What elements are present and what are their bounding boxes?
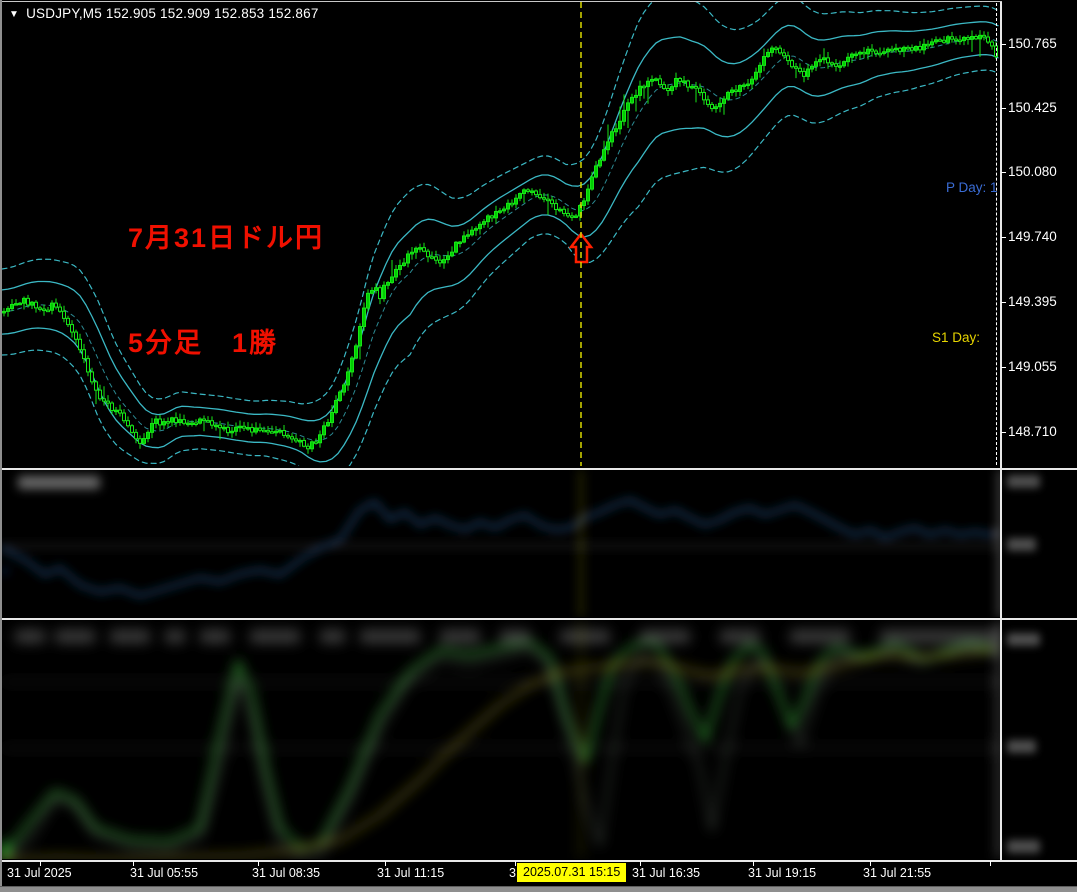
s1-day-label: S1 Day: bbox=[932, 330, 980, 345]
price-axis-label: 149.740 bbox=[1008, 229, 1057, 244]
time-axis-label: 31 Jul 05:55 bbox=[130, 866, 198, 880]
chart-title-bar: ▼ USDJPY,M5 152.905 152.909 152.853 152.8… bbox=[9, 6, 319, 21]
price-axis-tick bbox=[1001, 432, 1006, 433]
time-axis-label: 31 Jul 2025 bbox=[7, 866, 72, 880]
time-axis-tick bbox=[640, 861, 641, 866]
window-frame-bottom bbox=[0, 886, 1077, 892]
price-axis-label: 150.765 bbox=[1008, 36, 1057, 51]
price-axis-label: 149.055 bbox=[1008, 359, 1057, 374]
price-axis-tick bbox=[1001, 172, 1006, 173]
time-axis-label: 31 Jul 21:55 bbox=[863, 866, 931, 880]
pivot-day-label: P Day: 1 bbox=[946, 180, 1000, 195]
price-axis-label: 150.425 bbox=[1008, 100, 1057, 115]
price-axis-label: 150.080 bbox=[1008, 164, 1057, 179]
time-axis-separator bbox=[0, 860, 1077, 862]
price-axis-tick bbox=[1001, 108, 1006, 109]
price-axis-label: 149.395 bbox=[1008, 294, 1057, 309]
symbol-ohlc-text: USDJPY,M5 152.905 152.909 152.853 152.86… bbox=[26, 6, 318, 21]
blurred-axis-labels bbox=[1007, 475, 1040, 853]
price-axis-tick bbox=[1001, 367, 1006, 368]
price-axis-label: 148.710 bbox=[1008, 424, 1057, 439]
time-axis-tick bbox=[258, 861, 259, 866]
time-axis-tick bbox=[870, 861, 871, 866]
indicator-panel-2-blurred[interactable] bbox=[0, 620, 1000, 862]
time-axis-tick bbox=[385, 861, 386, 866]
subwindow-separator-2[interactable] bbox=[0, 618, 1077, 620]
subwindow-separator-1[interactable] bbox=[0, 468, 1077, 470]
price-axis-tick bbox=[1001, 237, 1006, 238]
time-axis-tick bbox=[40, 861, 41, 866]
time-axis-label: 31 Jul 08:35 bbox=[252, 866, 320, 880]
mt4-chart-window: ▼ USDJPY,M5 152.905 152.909 152.853 152.8… bbox=[0, 0, 1077, 892]
trade-note-text-object[interactable]: 7月31日ドル円 5分足 1勝 bbox=[128, 151, 324, 431]
price-scale-separator bbox=[1000, 2, 1002, 860]
window-frame-left bbox=[0, 0, 2, 892]
time-axis-label-clipped: 31 Jul 13:55 bbox=[509, 866, 517, 880]
indicator-panel-1-blurred[interactable] bbox=[2, 470, 1000, 617]
time-axis-label: 31 Jul 16:35 bbox=[632, 866, 700, 880]
highlighted-timestamp: 2025.07.31 15:15 bbox=[517, 863, 626, 882]
chart-dropdown-icon[interactable]: ▼ bbox=[9, 9, 19, 20]
price-axis-tick bbox=[1001, 44, 1006, 45]
time-axis-tick bbox=[990, 861, 991, 866]
time-axis-tick bbox=[133, 861, 134, 866]
trade-note-line1: 7月31日ドル円 bbox=[128, 221, 324, 256]
trade-note-line2: 5分足 1勝 bbox=[128, 326, 324, 361]
time-axis-label: 31 Jul 11:15 bbox=[377, 866, 444, 880]
time-axis-tick bbox=[515, 861, 516, 866]
chart-canvas[interactable] bbox=[0, 0, 1077, 892]
time-axis-label: 31 Jul 19:15 bbox=[748, 866, 816, 880]
time-axis-tick bbox=[753, 861, 754, 866]
price-axis-tick bbox=[1001, 302, 1006, 303]
right-edge-dashed-line bbox=[996, 3, 997, 465]
